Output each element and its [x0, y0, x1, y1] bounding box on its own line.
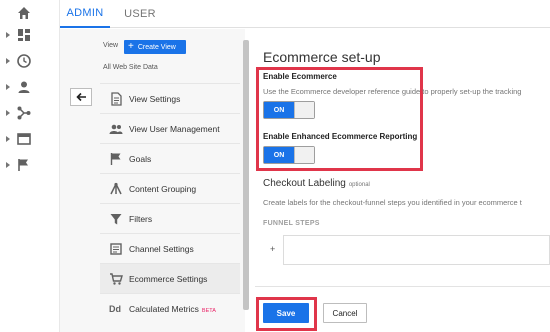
add-funnel-step-icon[interactable]: + [270, 244, 275, 254]
document-icon [111, 92, 122, 106]
home-icon [18, 7, 30, 19]
toggle-knob [294, 147, 314, 163]
left-nav-rail [0, 0, 60, 332]
tab-admin[interactable]: ADMIN [60, 0, 110, 28]
enhanced-ecommerce-label: Enable Enhanced Ecommerce Reporting [263, 132, 418, 141]
enable-ecommerce-toggle[interactable]: ON [263, 101, 315, 119]
nav-goals[interactable]: Goals [100, 143, 240, 173]
nav-label: Content Grouping [129, 184, 197, 194]
nav-filters[interactable]: Filters [100, 203, 240, 233]
view-selector[interactable]: All Web Site Data [103, 64, 158, 71]
enable-ecommerce-label: Enable Ecommerce [263, 72, 337, 81]
nav-label: View Settings [129, 94, 181, 104]
funnel-step-input[interactable] [283, 235, 550, 265]
dashboard-icon [18, 29, 30, 41]
nav-view-settings[interactable]: View Settings [100, 83, 240, 113]
nav-ecommerce-settings[interactable]: Ecommerce Settings [100, 263, 240, 293]
expand-arrow-icon [6, 110, 10, 116]
nav-label: View User Management [129, 124, 220, 134]
rail-customization[interactable] [0, 22, 60, 48]
cancel-button[interactable]: Cancel [323, 303, 367, 323]
top-tab-bar: ADMIN USER [60, 0, 550, 28]
back-arrow-icon [76, 92, 86, 102]
create-view-label: Create View [137, 43, 176, 51]
rail-realtime[interactable] [0, 48, 60, 74]
nav-label: Calculated Metrics [129, 304, 199, 314]
expand-arrow-icon [6, 58, 10, 64]
funnel-steps-label: FUNNEL STEPS [263, 220, 320, 227]
clock-icon [17, 54, 31, 68]
nav-channel-settings[interactable]: Channel Settings [100, 233, 240, 263]
nav-label: Ecommerce Settings [129, 274, 208, 284]
enhanced-ecommerce-toggle[interactable]: ON [263, 146, 315, 164]
column-scrollbar[interactable] [243, 40, 249, 310]
person-icon [18, 81, 30, 93]
page-title: Ecommerce set-up [263, 49, 381, 65]
back-button[interactable] [70, 88, 92, 106]
nav-label: Goals [129, 154, 152, 164]
nav-content-grouping[interactable]: Content Grouping [100, 173, 240, 203]
users-icon [109, 124, 123, 134]
dd-icon: Dd [109, 304, 121, 314]
toggle-knob [294, 102, 314, 118]
rail-audience[interactable] [0, 74, 60, 100]
create-view-button[interactable]: + Create View [124, 40, 186, 54]
expand-arrow-icon [6, 84, 10, 90]
optional-tag: optional [348, 182, 370, 188]
filter-icon [110, 214, 122, 225]
expand-arrow-icon [6, 162, 10, 168]
rail-acquisition[interactable] [0, 100, 60, 126]
divider [255, 286, 550, 287]
checkout-labeling-title: Checkout Labeling optional [263, 178, 370, 189]
checkout-labeling-description: Create labels for the checkout-funnel st… [263, 198, 522, 207]
nav-label: Filters [129, 214, 153, 224]
content-grouping-icon [110, 182, 122, 195]
beta-badge: BETA [201, 308, 216, 314]
flag-icon [18, 159, 28, 171]
nav-label: Channel Settings [129, 244, 194, 254]
rail-conversions[interactable] [0, 152, 60, 178]
nav-label-wrap: Calculated Metrics BETA [129, 304, 216, 314]
flag-icon [110, 153, 121, 165]
branch-icon [17, 106, 31, 120]
checkout-labeling-text: Checkout Labeling [263, 178, 346, 189]
display-icon [17, 133, 31, 145]
rail-behavior[interactable] [0, 126, 60, 152]
expand-arrow-icon [6, 32, 10, 38]
tab-user[interactable]: USER [120, 0, 160, 28]
plus-icon: + [128, 41, 134, 52]
nav-calculated-metrics[interactable]: Dd Calculated Metrics BETA [100, 293, 240, 323]
expand-arrow-icon [6, 136, 10, 142]
view-header-label: View [103, 42, 119, 49]
save-button[interactable]: Save [263, 303, 309, 323]
cart-icon [110, 273, 123, 285]
enable-ecommerce-description: Use the Ecommerce developer reference gu… [263, 87, 522, 96]
channel-icon [110, 243, 122, 255]
toggle-on-label: ON [264, 147, 294, 163]
nav-view-user-management[interactable]: View User Management [100, 113, 240, 143]
toggle-on-label: ON [264, 102, 294, 118]
